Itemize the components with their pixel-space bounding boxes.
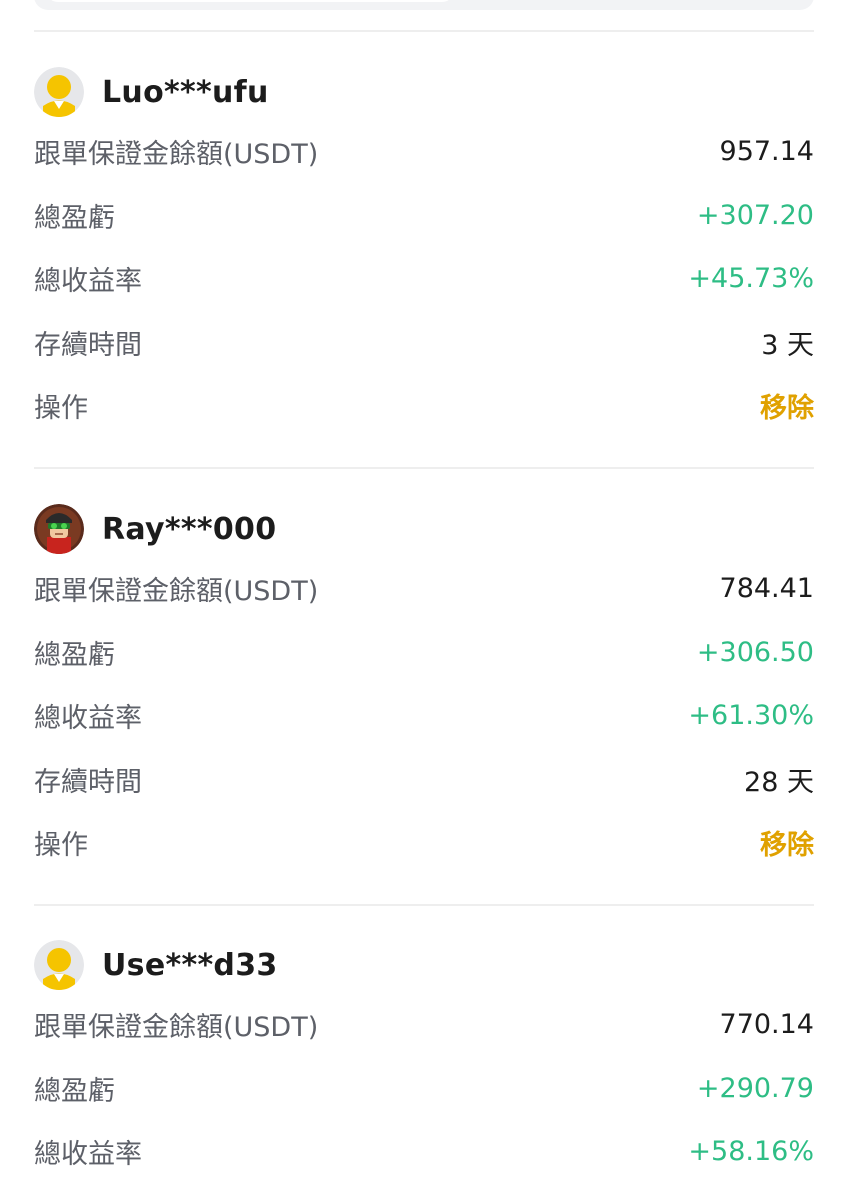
duration-row: 存續時間 3 天 <box>34 311 814 375</box>
trader-name: Use***d33 <box>102 947 278 983</box>
total-roi-row: 總收益率 +58.16% <box>34 1120 814 1184</box>
trader-card: Ray***000 跟單保證金餘額(USDT) 784.41 總盈虧 +306.… <box>34 501 814 875</box>
divider <box>34 467 814 469</box>
margin-balance-row: 跟單保證金餘額(USDT) 784.41 <box>34 557 814 621</box>
divider <box>34 30 814 32</box>
total-roi-row: 總收益率 +45.73% <box>34 247 814 311</box>
total-pnl-value: +307.20 <box>696 199 814 231</box>
default-avatar-icon <box>34 67 84 117</box>
duration-label: 存續時間 <box>34 766 142 798</box>
remove-button[interactable]: 移除 <box>760 386 814 425</box>
duration-row: 存續時間 28 天 <box>34 748 814 812</box>
default-avatar-icon <box>34 940 84 990</box>
divider <box>34 904 814 906</box>
custom-avatar-icon <box>34 504 84 554</box>
total-roi-row: 總收益率 +61.30% <box>34 684 814 748</box>
total-roi-label: 總收益率 <box>34 266 142 298</box>
trader-name: Ray***000 <box>102 511 277 547</box>
trader-header[interactable]: Ray***000 <box>34 501 814 557</box>
margin-balance-value: 784.41 <box>719 573 814 605</box>
total-roi-label: 總收益率 <box>34 1139 142 1171</box>
copy-trading-list: Luo***ufu 跟單保證金餘額(USDT) 957.14 總盈虧 +307.… <box>0 0 848 1199</box>
duration-value: 3 天 <box>761 329 814 361</box>
operation-label: 操作 <box>34 393 88 425</box>
trader-name: Luo***ufu <box>102 74 269 110</box>
duration-label: 存續時間 <box>34 329 142 361</box>
total-pnl-row: 總盈虧 +306.50 <box>34 621 814 685</box>
trader-card: Luo***ufu 跟單保證金餘額(USDT) 957.14 總盈虧 +307.… <box>34 64 814 438</box>
margin-balance-row: 跟單保證金餘額(USDT) 957.14 <box>34 120 814 184</box>
total-roi-value: +45.73% <box>688 263 814 295</box>
total-pnl-label: 總盈虧 <box>34 202 115 234</box>
margin-balance-row: 跟單保證金餘額(USDT) 770.14 <box>34 993 814 1057</box>
total-pnl-value: +290.79 <box>696 1072 814 1104</box>
duration-value: 28 天 <box>744 766 814 798</box>
total-pnl-row: 總盈虧 +307.20 <box>34 184 814 248</box>
trader-card: Use***d33 跟單保證金餘額(USDT) 770.14 總盈虧 +290.… <box>34 937 814 1184</box>
margin-balance-label: 跟單保證金餘額(USDT) <box>34 576 319 608</box>
margin-balance-value: 957.14 <box>719 136 814 168</box>
segmented-control-active[interactable] <box>46 0 454 2</box>
operation-row: 操作 移除 <box>34 811 814 875</box>
operation-label: 操作 <box>34 830 88 862</box>
total-roi-label: 總收益率 <box>34 703 142 735</box>
trader-header[interactable]: Use***d33 <box>34 937 814 993</box>
total-pnl-label: 總盈虧 <box>34 639 115 671</box>
margin-balance-label: 跟單保證金餘額(USDT) <box>34 139 319 171</box>
total-roi-value: +61.30% <box>688 700 814 732</box>
total-roi-value: +58.16% <box>688 1136 814 1168</box>
total-pnl-row: 總盈虧 +290.79 <box>34 1057 814 1121</box>
margin-balance-value: 770.14 <box>719 1009 814 1041</box>
margin-balance-label: 跟單保證金餘額(USDT) <box>34 1012 319 1044</box>
total-pnl-value: +306.50 <box>696 636 814 668</box>
segmented-control[interactable] <box>34 0 814 10</box>
operation-row: 操作 移除 <box>34 374 814 438</box>
remove-button[interactable]: 移除 <box>760 823 814 862</box>
trader-header[interactable]: Luo***ufu <box>34 64 814 120</box>
total-pnl-label: 總盈虧 <box>34 1075 115 1107</box>
